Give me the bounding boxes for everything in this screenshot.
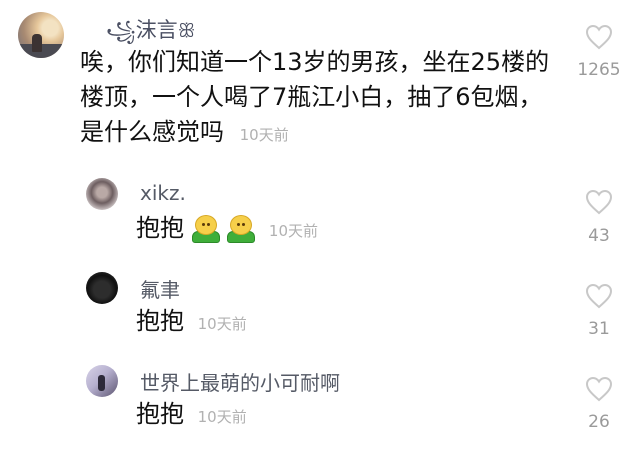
- hug-emoji: [191, 215, 220, 243]
- comment-text: 唉，你们知道一个13岁的男孩，坐在25楼的 楼顶，一个人喝了7瓶江小白，抽了6包…: [80, 45, 549, 153]
- heart-outline-icon: [585, 189, 613, 215]
- timestamp: 10天前: [239, 126, 289, 144]
- avatar[interactable]: [86, 365, 118, 397]
- username[interactable]: xikz.: [140, 181, 186, 205]
- username[interactable]: 氟聿: [140, 274, 180, 303]
- comment-line: 唉，你们知道一个13岁的男孩，坐在25楼的: [80, 48, 550, 76]
- username-suffix: ꕥ: [177, 20, 196, 42]
- reply-text: 抱抱: [136, 400, 184, 428]
- hug-emoji: [227, 215, 256, 243]
- timestamp: 10天前: [197, 315, 247, 333]
- reply-text-row: 抱抱 10天前: [136, 304, 247, 342]
- avatar-figure: [32, 34, 42, 52]
- avatar-figure: [98, 375, 105, 391]
- comment-line: 是什么感觉吗: [80, 118, 224, 146]
- username-text: 沫言: [135, 18, 178, 42]
- like-count: 43: [588, 226, 610, 246]
- comment-line-last: 是什么感觉吗 10天前: [80, 115, 549, 153]
- heart-outline-icon: [585, 376, 613, 402]
- avatar[interactable]: [86, 178, 118, 210]
- heart-outline-icon: [585, 283, 613, 309]
- reply-text-row: 抱抱 10天前: [136, 397, 247, 435]
- like-button[interactable]: [585, 376, 613, 406]
- reply-text: 抱抱: [136, 214, 184, 242]
- reply-text-row: 抱抱 10天前: [136, 211, 318, 249]
- timestamp: 10天前: [197, 408, 247, 426]
- like-count: 26: [588, 412, 610, 432]
- avatar[interactable]: [86, 272, 118, 304]
- username[interactable]: 世界上最萌的小可耐啊: [140, 367, 340, 396]
- avatar[interactable]: [18, 12, 64, 58]
- like-button[interactable]: [585, 189, 613, 219]
- heart-outline-icon: [585, 24, 613, 50]
- like-count: 31: [588, 319, 610, 339]
- reply-text: 抱抱: [136, 307, 184, 335]
- like-button[interactable]: [585, 24, 613, 54]
- like-button[interactable]: [585, 283, 613, 313]
- timestamp: 10天前: [268, 222, 319, 240]
- username-prefix: ꧁: [106, 20, 136, 42]
- like-count: 1265: [577, 60, 621, 80]
- comment-line: 楼顶，一个人喝了7瓶江小白，抽了6包烟，: [80, 83, 543, 111]
